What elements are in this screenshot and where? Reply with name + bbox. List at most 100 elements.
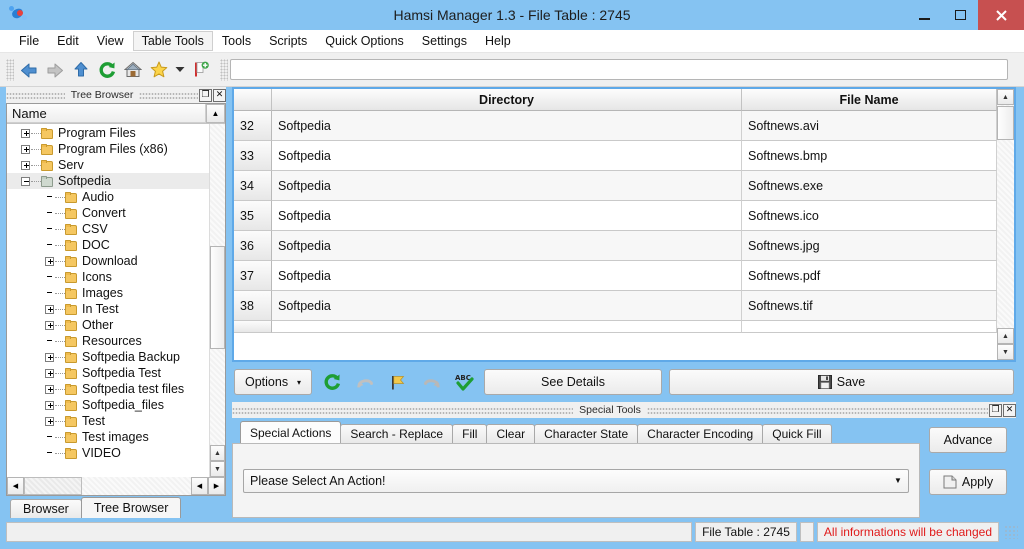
cell-directory[interactable]: Softpedia bbox=[272, 231, 742, 261]
address-grip[interactable] bbox=[220, 58, 228, 81]
tree-close-icon[interactable]: ✕ bbox=[213, 88, 227, 102]
tree-vertical-scrollbar[interactable]: ▲ ▼ bbox=[209, 124, 225, 477]
tree-header-scroll-up-icon[interactable]: ▲ bbox=[206, 104, 225, 123]
tree-item[interactable]: Other bbox=[7, 317, 209, 333]
dock-drag-dots-left[interactable] bbox=[6, 91, 65, 99]
table-row[interactable]: 35 Softpedia Softnews.ico bbox=[234, 201, 997, 231]
expand-icon[interactable] bbox=[21, 160, 30, 170]
table-scroll-down-icon[interactable]: ▼ bbox=[997, 344, 1014, 360]
cell-file-name[interactable]: Softnews.pdf bbox=[742, 261, 997, 291]
refresh-icon[interactable] bbox=[94, 57, 120, 83]
expand-icon[interactable] bbox=[45, 304, 54, 314]
tab-quick-fill[interactable]: Quick Fill bbox=[762, 424, 832, 443]
refresh-icon[interactable] bbox=[319, 369, 345, 395]
tab-clear[interactable]: Clear bbox=[486, 424, 536, 443]
tree-item[interactable]: Images bbox=[7, 285, 209, 301]
header-directory[interactable]: Directory bbox=[272, 89, 742, 111]
tree-item[interactable]: Program Files bbox=[7, 125, 209, 141]
tree-item[interactable]: CSV bbox=[7, 221, 209, 237]
menu-scripts[interactable]: Scripts bbox=[260, 31, 316, 51]
table-row[interactable]: 33 Softpedia Softnews.bmp bbox=[234, 141, 997, 171]
add-bookmark-icon[interactable] bbox=[188, 57, 214, 83]
table-row[interactable]: 36 Softpedia Softnews.jpg bbox=[234, 231, 997, 261]
cell-file-name[interactable]: Softnews.jpg bbox=[742, 231, 997, 261]
tree-item[interactable]: VIDEO bbox=[7, 445, 209, 461]
tree-hscroll-thumb[interactable] bbox=[24, 477, 82, 495]
tab-tree-browser[interactable]: Tree Browser bbox=[80, 497, 182, 518]
favorites-dropdown-icon[interactable] bbox=[172, 57, 188, 83]
see-details-button[interactable]: See Details bbox=[484, 369, 662, 395]
options-button[interactable]: Options ▾ bbox=[234, 369, 312, 395]
expand-icon[interactable] bbox=[21, 144, 30, 154]
expand-icon[interactable] bbox=[45, 352, 54, 362]
tree-item[interactable]: Softpedia Backup bbox=[7, 349, 209, 365]
menu-tools[interactable]: Tools bbox=[213, 31, 260, 51]
tree-item[interactable]: Test images bbox=[7, 429, 209, 445]
tree-item[interactable]: Program Files (x86) bbox=[7, 141, 209, 157]
dock-drag-dots-right[interactable] bbox=[139, 91, 199, 99]
cell-directory[interactable]: Softpedia bbox=[272, 111, 742, 141]
tree-item[interactable]: Audio bbox=[7, 189, 209, 205]
cell-file-name[interactable]: Softnews.ico bbox=[742, 201, 997, 231]
expand-icon[interactable] bbox=[45, 256, 54, 266]
header-row-index[interactable] bbox=[234, 89, 272, 111]
tree-item[interactable]: Resources bbox=[7, 333, 209, 349]
tree-horizontal-scrollbar[interactable]: ◀ ◀ ▶ bbox=[7, 477, 225, 495]
redo-icon[interactable] bbox=[418, 369, 444, 395]
tree-item[interactable]: Serv bbox=[7, 157, 209, 173]
undo-icon[interactable] bbox=[352, 369, 378, 395]
forward-arrow-icon[interactable] bbox=[42, 57, 68, 83]
cell-directory[interactable]: Softpedia bbox=[272, 201, 742, 231]
tree-item[interactable]: Softpedia Test bbox=[7, 365, 209, 381]
apply-button[interactable]: Apply bbox=[929, 469, 1007, 495]
tree-item[interactable]: DOC bbox=[7, 237, 209, 253]
cell-directory[interactable]: Softpedia bbox=[272, 141, 742, 171]
expand-icon[interactable] bbox=[21, 128, 30, 138]
header-file-name[interactable]: File Name bbox=[742, 89, 997, 111]
tree-item[interactable]: Download bbox=[7, 253, 209, 269]
flag-icon[interactable] bbox=[385, 369, 411, 395]
special-tools-drag-dots-left[interactable] bbox=[232, 406, 574, 414]
tree-float-icon[interactable]: ❐ bbox=[199, 88, 213, 102]
table-row[interactable]: 34 Softpedia Softnews.exe bbox=[234, 171, 997, 201]
menu-help[interactable]: Help bbox=[476, 31, 520, 51]
tree-item[interactable]: Convert bbox=[7, 205, 209, 221]
table-row[interactable]: 37 Softpedia Softnews.pdf bbox=[234, 261, 997, 291]
tab-search-replace[interactable]: Search - Replace bbox=[340, 424, 454, 443]
menu-table-tools[interactable]: Table Tools bbox=[132, 31, 213, 51]
save-button[interactable]: Save bbox=[669, 369, 1014, 395]
cell-file-name[interactable]: Softnews.bmp bbox=[742, 141, 997, 171]
tree-hscroll-left2-icon[interactable]: ◀ bbox=[191, 477, 208, 495]
tree-hscroll-right-icon[interactable]: ▶ bbox=[208, 477, 225, 495]
expand-icon[interactable] bbox=[45, 384, 54, 394]
tree-item[interactable]: Icons bbox=[7, 269, 209, 285]
home-icon[interactable] bbox=[120, 57, 146, 83]
menu-settings[interactable]: Settings bbox=[413, 31, 476, 51]
address-input[interactable] bbox=[230, 59, 1008, 80]
favorites-star-icon[interactable] bbox=[146, 57, 172, 83]
special-tools-drag-dots-right[interactable] bbox=[646, 406, 988, 414]
table-scroll-up2-icon[interactable]: ▲ bbox=[997, 328, 1014, 344]
table-row[interactable]: 38 Softpedia Softnews.tif bbox=[234, 291, 997, 321]
tab-character-state[interactable]: Character State bbox=[534, 424, 639, 443]
table-scroll-up-icon[interactable]: ▲ bbox=[997, 89, 1014, 105]
tree-item[interactable]: Softpedia_files bbox=[7, 397, 209, 413]
menu-quick-options[interactable]: Quick Options bbox=[316, 31, 413, 51]
tree-scroll-down-icon[interactable]: ▼ bbox=[210, 461, 225, 477]
expand-icon[interactable] bbox=[45, 320, 54, 330]
cell-file-name[interactable]: Softnews.tif bbox=[742, 291, 997, 321]
tree-item[interactable]: Test bbox=[7, 413, 209, 429]
cell-directory[interactable]: Softpedia bbox=[272, 291, 742, 321]
menu-edit[interactable]: Edit bbox=[48, 31, 88, 51]
menu-view[interactable]: View bbox=[88, 31, 133, 51]
menu-file[interactable]: File bbox=[10, 31, 48, 51]
special-tools-close-icon[interactable]: ✕ bbox=[1003, 403, 1016, 417]
tree-column-name[interactable]: Name bbox=[7, 104, 206, 123]
tree-item[interactable]: In Test bbox=[7, 301, 209, 317]
up-arrow-icon[interactable] bbox=[68, 57, 94, 83]
cell-directory[interactable]: Softpedia bbox=[272, 261, 742, 291]
toolbar-grip[interactable] bbox=[6, 58, 14, 81]
expand-icon[interactable] bbox=[45, 400, 54, 410]
cell-file-name[interactable]: Softnews.avi bbox=[742, 111, 997, 141]
close-button[interactable] bbox=[978, 0, 1024, 30]
